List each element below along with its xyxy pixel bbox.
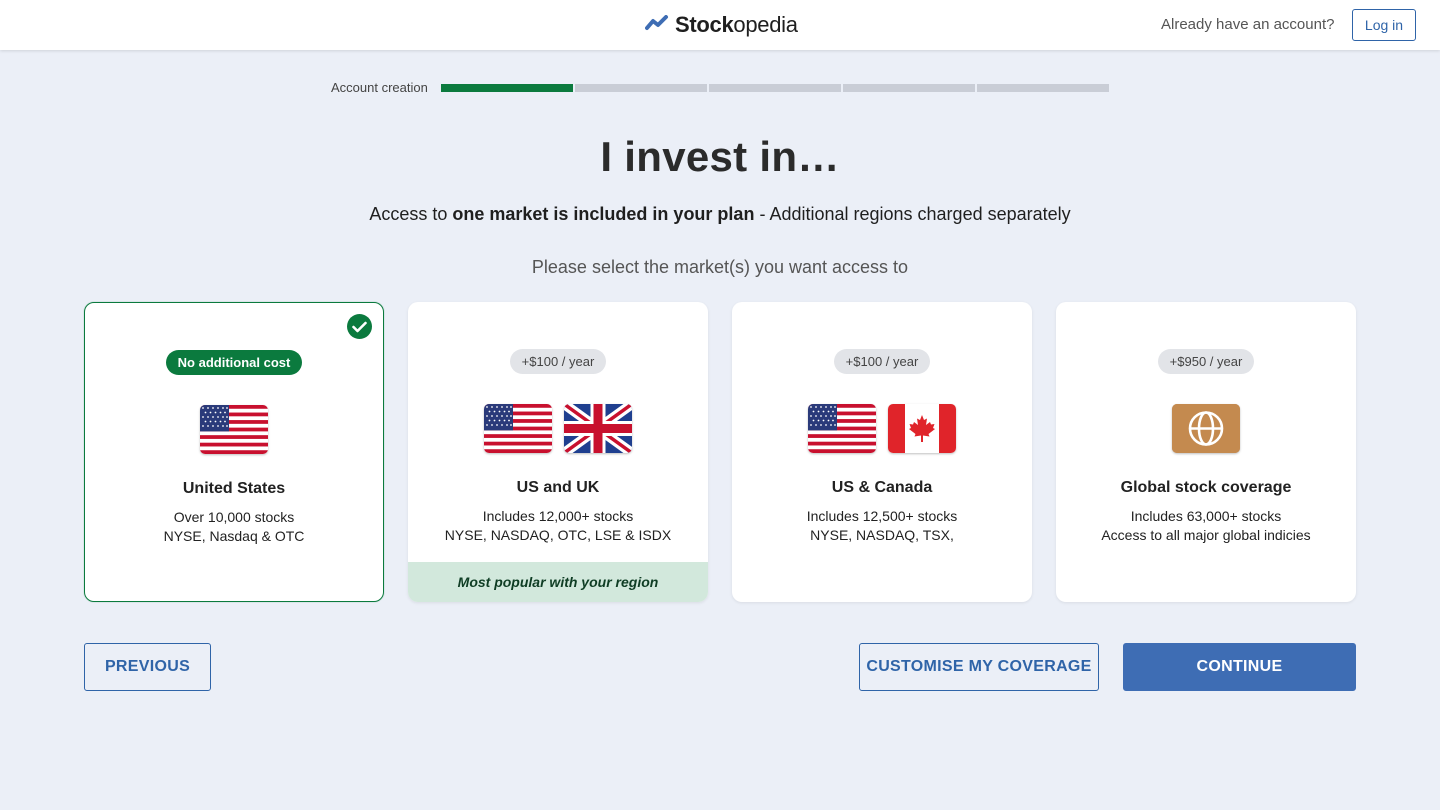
logo-text: Stockopedia xyxy=(675,12,798,37)
card-title: Global stock coverage xyxy=(1120,479,1292,496)
price-badge: No additional cost xyxy=(165,350,303,375)
card-title: US & Canada xyxy=(831,479,933,496)
progress-step-3 xyxy=(709,84,841,92)
progress-step-5 xyxy=(977,84,1109,92)
card-exchanges: NYSE, NASDAQ, OTC, LSE & ISDX xyxy=(444,527,672,543)
top-navigation-bar: Stockopedia Already have an account? Log… xyxy=(0,0,1440,50)
card-exchanges: NYSE, Nasdaq & OTC xyxy=(163,528,305,544)
progress-bar xyxy=(441,84,1109,92)
market-card-global-coverage[interactable]: +$950 / year Global stock coverage Inclu… xyxy=(1056,302,1356,602)
globe-icon xyxy=(1172,404,1240,453)
login-button[interactable]: Log in xyxy=(1352,9,1416,41)
uk-flag-icon xyxy=(564,404,632,453)
continue-button[interactable]: CONTINUE xyxy=(1123,643,1356,691)
card-stock-count: Includes 63,000+ stocks xyxy=(1130,508,1282,524)
progress-step-2 xyxy=(575,84,707,92)
stockopedia-logo[interactable]: Stockopedia xyxy=(645,11,798,39)
price-badge: +$100 / year xyxy=(833,349,931,374)
progress-label: Account creation xyxy=(331,80,428,95)
card-stock-count: Includes 12,000+ stocks xyxy=(482,508,634,524)
flag-group xyxy=(408,404,708,454)
logo-chart-icon xyxy=(645,14,669,36)
market-card-us-and-canada[interactable]: +$100 / year US & Canada Includes 12,500… xyxy=(732,302,1032,602)
plan-subtitle: Access to one market is included in your… xyxy=(369,204,1071,224)
card-stock-count: Over 10,000 stocks xyxy=(173,509,295,525)
flag-group xyxy=(1056,404,1356,454)
price-badge: +$100 / year xyxy=(509,349,607,374)
flag-group xyxy=(85,405,383,455)
card-exchanges: NYSE, NASDAQ, TSX, xyxy=(810,527,954,543)
already-have-account-text: Already have an account? xyxy=(1161,16,1335,33)
card-title: US and UK xyxy=(516,479,600,496)
us-flag-icon xyxy=(200,405,268,454)
card-stock-count: Includes 12,500+ stocks xyxy=(806,508,958,524)
us-flag-icon xyxy=(808,404,876,453)
customise-coverage-button[interactable]: CUSTOMISE MY COVERAGE xyxy=(859,643,1099,691)
page-title: I invest in… xyxy=(600,133,840,180)
us-flag-icon xyxy=(484,404,552,453)
progress-step-4 xyxy=(843,84,975,92)
market-card-united-states[interactable]: No additional cost United States Over 10… xyxy=(84,302,384,602)
canada-flag-icon xyxy=(888,404,956,453)
market-select-prompt: Please select the market(s) you want acc… xyxy=(531,257,909,277)
most-popular-banner: Most popular with your region xyxy=(408,562,708,602)
card-title: United States xyxy=(182,480,286,497)
card-exchanges: Access to all major global indicies xyxy=(1101,527,1311,543)
market-card-us-and-uk[interactable]: +$100 / year US and UK Includes 12,000+ … xyxy=(408,302,708,602)
price-badge: +$950 / year xyxy=(1157,349,1255,374)
previous-button[interactable]: PREVIOUS xyxy=(84,643,211,691)
progress-step-1 xyxy=(441,84,573,92)
flag-group xyxy=(732,404,1032,454)
selected-check-icon xyxy=(347,314,372,339)
